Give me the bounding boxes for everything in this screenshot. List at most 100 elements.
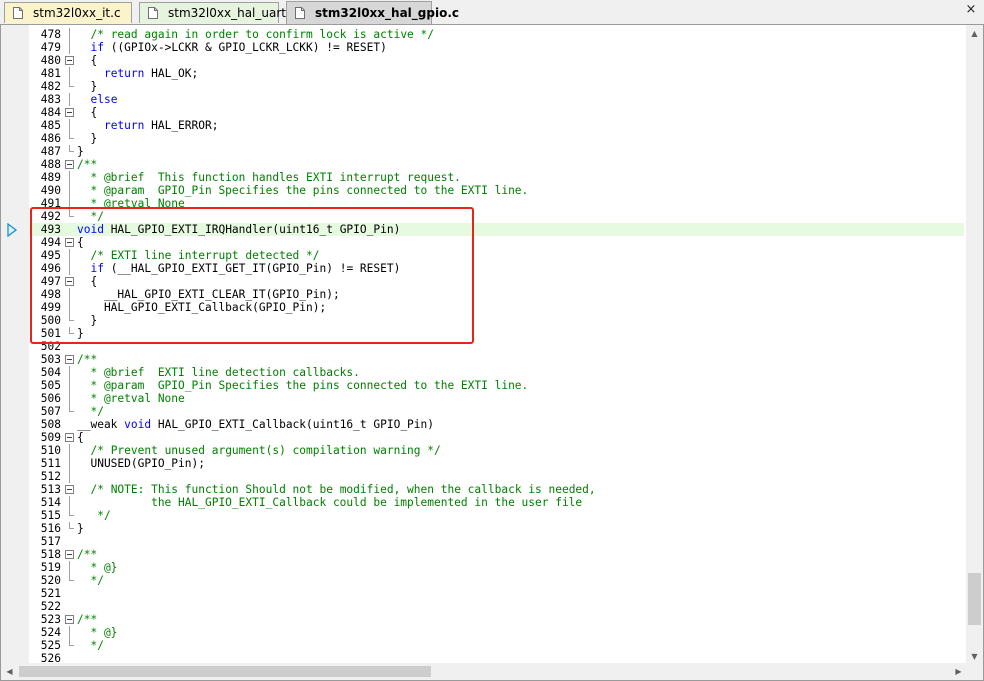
comment-token: */ bbox=[77, 509, 111, 522]
code-token: { bbox=[77, 54, 98, 67]
fold-collapse-icon[interactable] bbox=[65, 158, 74, 171]
fold-guide bbox=[65, 457, 74, 470]
keyword-token: return bbox=[103, 67, 145, 80]
code-line[interactable]: 478 /* read again in order to confirm lo… bbox=[29, 28, 964, 41]
code-line[interactable]: 525 */ bbox=[29, 639, 964, 652]
fold-empty bbox=[65, 535, 74, 548]
line-text: the HAL_GPIO_EXTI_Callback could be impl… bbox=[77, 496, 582, 509]
code-line[interactable]: 504 * @brief EXTI line detection callbac… bbox=[29, 366, 964, 379]
code-line[interactable]: 514 the HAL_GPIO_EXTI_Callback could be … bbox=[29, 496, 964, 509]
code-line[interactable]: 485 return HAL_ERROR; bbox=[29, 119, 964, 132]
code-line[interactable]: 489 * @brief This function handles EXTI … bbox=[29, 171, 964, 184]
keyword-token: return bbox=[103, 119, 145, 132]
bookmark-margin[interactable] bbox=[1, 25, 29, 680]
line-text: */ bbox=[77, 405, 104, 418]
close-icon[interactable]: × bbox=[964, 3, 978, 17]
code-line[interactable]: 481 return HAL_OK; bbox=[29, 67, 964, 80]
horizontal-scrollbar[interactable]: ◀ ▶ bbox=[1, 663, 967, 680]
code-line[interactable]: 508 __weak void HAL_GPIO_EXTI_Callback(ui… bbox=[29, 418, 964, 431]
code-token: { bbox=[77, 106, 98, 119]
line-number: 512 bbox=[40, 470, 61, 483]
line-number: 487 bbox=[40, 145, 61, 158]
code-editor[interactable]: 478 /* read again in order to confirm lo… bbox=[0, 24, 984, 681]
code-line[interactable]: 483 else bbox=[29, 93, 964, 106]
code-line[interactable]: 482 } bbox=[29, 80, 964, 93]
code-line[interactable]: 516} bbox=[29, 522, 964, 535]
fold-collapse-icon[interactable] bbox=[65, 106, 74, 119]
code-line[interactable]: 524 * @} bbox=[29, 626, 964, 639]
code-line[interactable]: 513 /* NOTE: This function Should not be… bbox=[29, 483, 964, 496]
file-icon bbox=[13, 7, 23, 19]
line-text: /* Prevent unused argument(s) compilatio… bbox=[77, 444, 440, 457]
line-number: 482 bbox=[40, 80, 61, 93]
scroll-up-icon[interactable]: ▲ bbox=[969, 28, 980, 39]
code-line[interactable]: 519 * @} bbox=[29, 561, 964, 574]
code-line[interactable]: 484 { bbox=[29, 106, 964, 119]
comment-token: */ bbox=[77, 574, 104, 587]
code-line[interactable]: 511 UNUSED(GPIO_Pin); bbox=[29, 457, 964, 470]
code-line[interactable]: 490 * @param GPIO_Pin Specifies the pins… bbox=[29, 184, 964, 197]
line-text: { bbox=[77, 106, 97, 119]
vertical-scroll-thumb[interactable] bbox=[968, 573, 981, 625]
fold-guide bbox=[65, 171, 74, 184]
code-line[interactable]: 505 * @param GPIO_Pin Specifies the pins… bbox=[29, 379, 964, 392]
comment-token: */ bbox=[77, 639, 104, 652]
line-text: UNUSED(GPIO_Pin); bbox=[77, 457, 205, 470]
line-number: 503 bbox=[40, 353, 61, 366]
code-line[interactable]: 512 bbox=[29, 470, 964, 483]
tab-stm32l0xx-hal-gpio[interactable]: stm32l0xx_hal_gpio.c bbox=[286, 1, 459, 24]
code-line[interactable]: 518 /** bbox=[29, 548, 964, 561]
code-lines[interactable]: 478 /* read again in order to confirm lo… bbox=[29, 28, 964, 665]
code-line[interactable]: 515 */ bbox=[29, 509, 964, 522]
code-token: __weak bbox=[77, 418, 125, 431]
line-number: 510 bbox=[40, 444, 61, 457]
line-text: /** bbox=[77, 158, 97, 171]
fold-collapse-icon[interactable] bbox=[65, 613, 74, 626]
code-line[interactable]: 506 * @retval None bbox=[29, 392, 964, 405]
fold-guide bbox=[65, 41, 74, 54]
fold-collapse-icon[interactable] bbox=[65, 54, 74, 67]
code-line[interactable]: 487} bbox=[29, 145, 964, 158]
code-line[interactable]: 480 { bbox=[29, 54, 964, 67]
code-line[interactable]: 522 bbox=[29, 600, 964, 613]
code-line[interactable]: 510 /* Prevent unused argument(s) compil… bbox=[29, 444, 964, 457]
fold-collapse-icon[interactable] bbox=[65, 353, 74, 366]
tab-stm32l0xx-hal-uart[interactable]: stm32l0xx_hal_uart.c bbox=[139, 2, 296, 23]
scroll-left-icon[interactable]: ◀ bbox=[4, 666, 15, 677]
line-number: 486 bbox=[40, 132, 61, 145]
scroll-right-icon[interactable]: ▶ bbox=[953, 666, 964, 677]
code-line[interactable]: 488 /** bbox=[29, 158, 964, 171]
horizontal-scroll-thumb[interactable] bbox=[19, 666, 431, 677]
fold-collapse-icon[interactable] bbox=[65, 431, 74, 444]
code-line[interactable]: 521 bbox=[29, 587, 964, 600]
line-text: */ bbox=[77, 574, 104, 587]
code-line[interactable]: 509 { bbox=[29, 431, 964, 444]
code-line[interactable]: 486 } bbox=[29, 132, 964, 145]
code-line[interactable]: 507 */ bbox=[29, 405, 964, 418]
scroll-down-icon[interactable]: ▼ bbox=[969, 651, 980, 662]
code-line[interactable]: 517 bbox=[29, 535, 964, 548]
line-number: 484 bbox=[40, 106, 61, 119]
fold-end-guide bbox=[65, 574, 74, 587]
line-text: * @brief This function handles EXTI inte… bbox=[77, 171, 460, 184]
fold-collapse-icon[interactable] bbox=[65, 548, 74, 561]
line-number: 481 bbox=[40, 67, 61, 80]
code-line[interactable]: 503 /** bbox=[29, 353, 964, 366]
code-line[interactable]: 523 /** bbox=[29, 613, 964, 626]
comment-token: */ bbox=[77, 405, 104, 418]
code-line[interactable]: 479 if ((GPIOx->LCKR & GPIO_LCKR_LCKK) !… bbox=[29, 41, 964, 54]
line-number: 517 bbox=[40, 535, 61, 548]
fold-end-guide bbox=[65, 509, 74, 522]
code-line[interactable]: 520 */ bbox=[29, 574, 964, 587]
scrollbar-corner bbox=[966, 663, 983, 680]
tab-stm32l0xx-it[interactable]: stm32l0xx_it.c bbox=[4, 2, 132, 23]
line-text: * @} bbox=[77, 626, 117, 639]
line-number: 522 bbox=[40, 600, 61, 613]
vertical-scrollbar[interactable]: ▲ ▼ bbox=[966, 25, 983, 665]
fold-collapse-icon[interactable] bbox=[65, 483, 74, 496]
line-number: 485 bbox=[40, 119, 61, 132]
